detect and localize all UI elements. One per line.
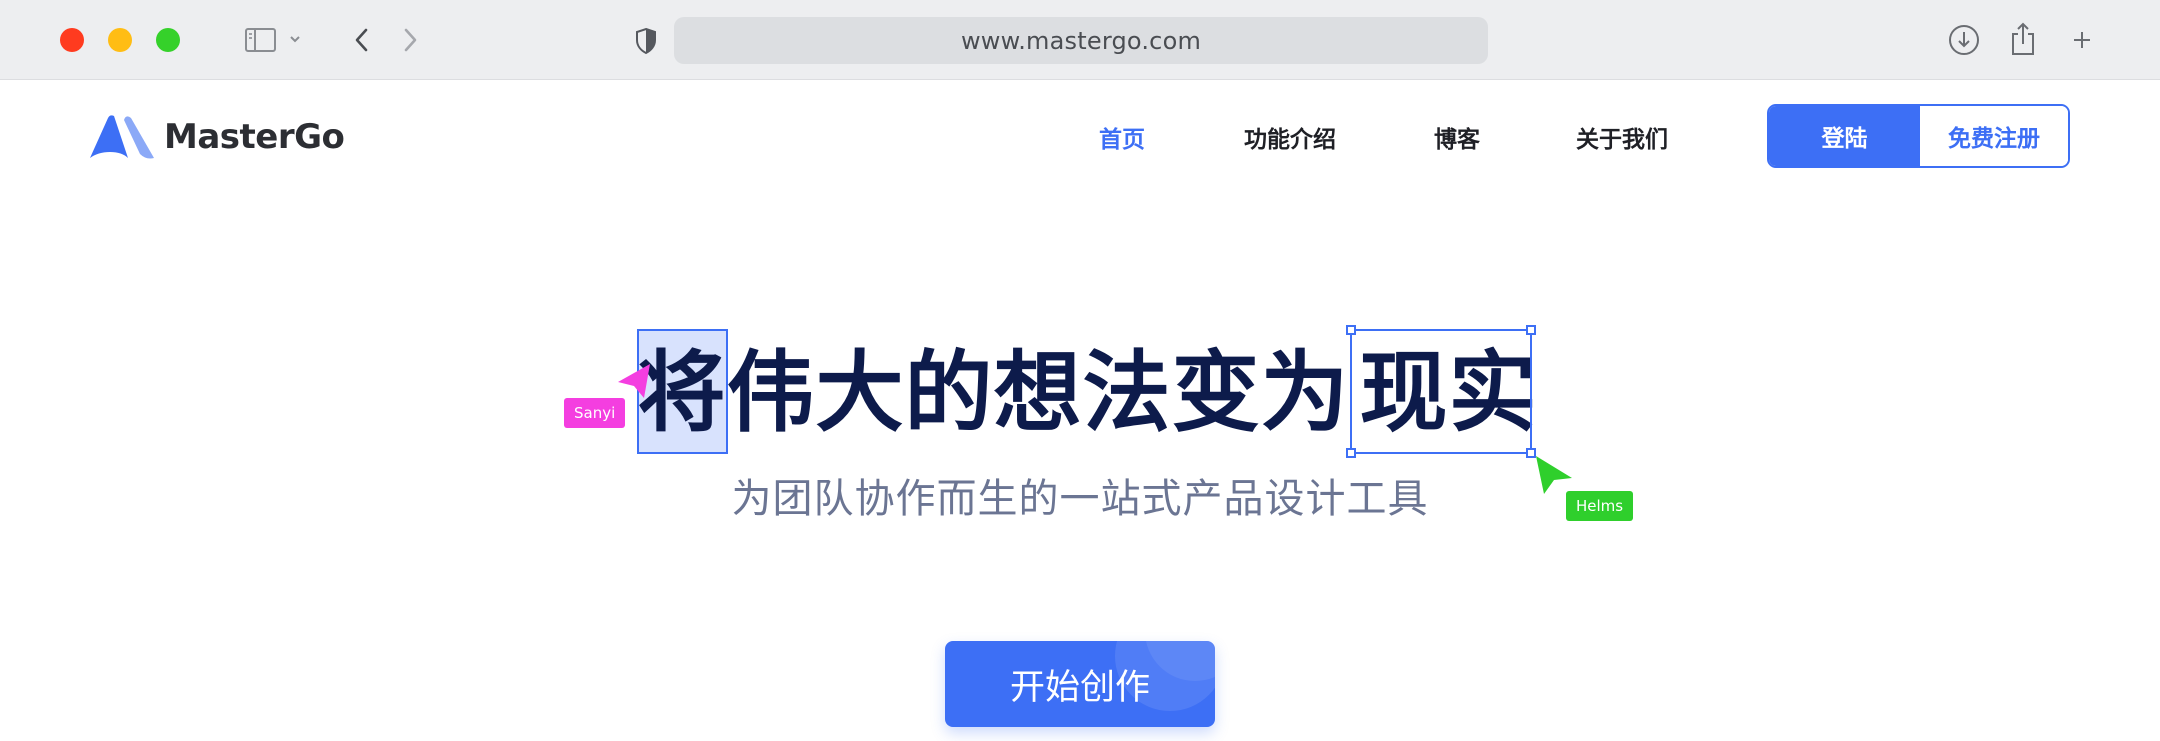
hero-subtitle: 为团队协作而生的一站式产品设计工具: [731, 476, 1429, 522]
share-button[interactable]: [2008, 20, 2038, 58]
back-button[interactable]: [348, 22, 376, 58]
downloads-button[interactable]: [1946, 22, 1982, 58]
resize-handle[interactable]: [1346, 448, 1356, 458]
login-button[interactable]: 登陆: [1769, 106, 1920, 166]
sidebar-icon: [245, 28, 300, 52]
nav-about[interactable]: 关于我们: [1576, 120, 1668, 154]
cursor-sanyi-icon: [618, 364, 650, 398]
nav-home[interactable]: 首页: [1099, 120, 1145, 154]
chevron-left-icon: [355, 28, 368, 52]
address-bar[interactable]: www.mastergo.com: [674, 17, 1488, 64]
download-icon: [1949, 25, 1979, 55]
privacy-shield-button[interactable]: [632, 26, 660, 56]
close-window-button[interactable]: [60, 28, 84, 52]
headline-char: 变: [1171, 341, 1260, 444]
logo-text: MasterGo: [164, 117, 345, 157]
nav-blog[interactable]: 博客: [1434, 120, 1480, 154]
selection-box: [1346, 325, 1536, 458]
address-url: www.mastergo.com: [960, 26, 1202, 55]
minimize-window-button[interactable]: [108, 28, 132, 52]
shield-icon: [636, 27, 656, 55]
headline-char: 伟: [726, 341, 815, 444]
share-icon: [2012, 22, 2034, 55]
collaborator-tag-sanyi: Sanyi: [564, 398, 626, 428]
browser-toolbar: www.mastergo.com: [0, 0, 2160, 80]
resize-handle[interactable]: [1526, 325, 1536, 335]
signup-button[interactable]: 免费注册: [1920, 106, 2068, 166]
new-tab-button[interactable]: [2066, 22, 2098, 58]
resize-handle[interactable]: [1346, 325, 1356, 335]
headline-char: 想: [993, 341, 1082, 444]
sidebar-toggle-button[interactable]: [242, 22, 308, 58]
start-creating-label: 开始创作: [1009, 667, 1150, 708]
headline-char: 大: [815, 341, 904, 444]
forward-button[interactable]: [396, 22, 424, 58]
headline-char: 法: [1082, 341, 1171, 444]
mastergo-logo-icon: [90, 115, 154, 159]
headline-char: 的: [904, 341, 993, 444]
nav-features[interactable]: 功能介绍: [1244, 120, 1336, 154]
zoom-window-button[interactable]: [156, 28, 180, 52]
mastergo-logo[interactable]: MasterGo: [88, 112, 345, 162]
plus-icon: [2074, 32, 2090, 48]
chevron-right-icon: [404, 28, 417, 52]
headline-char: 为: [1260, 341, 1349, 444]
start-creating-button[interactable]: 开始创作: [945, 641, 1215, 727]
auth-button-group: 登陆 免费注册: [1767, 104, 2070, 168]
